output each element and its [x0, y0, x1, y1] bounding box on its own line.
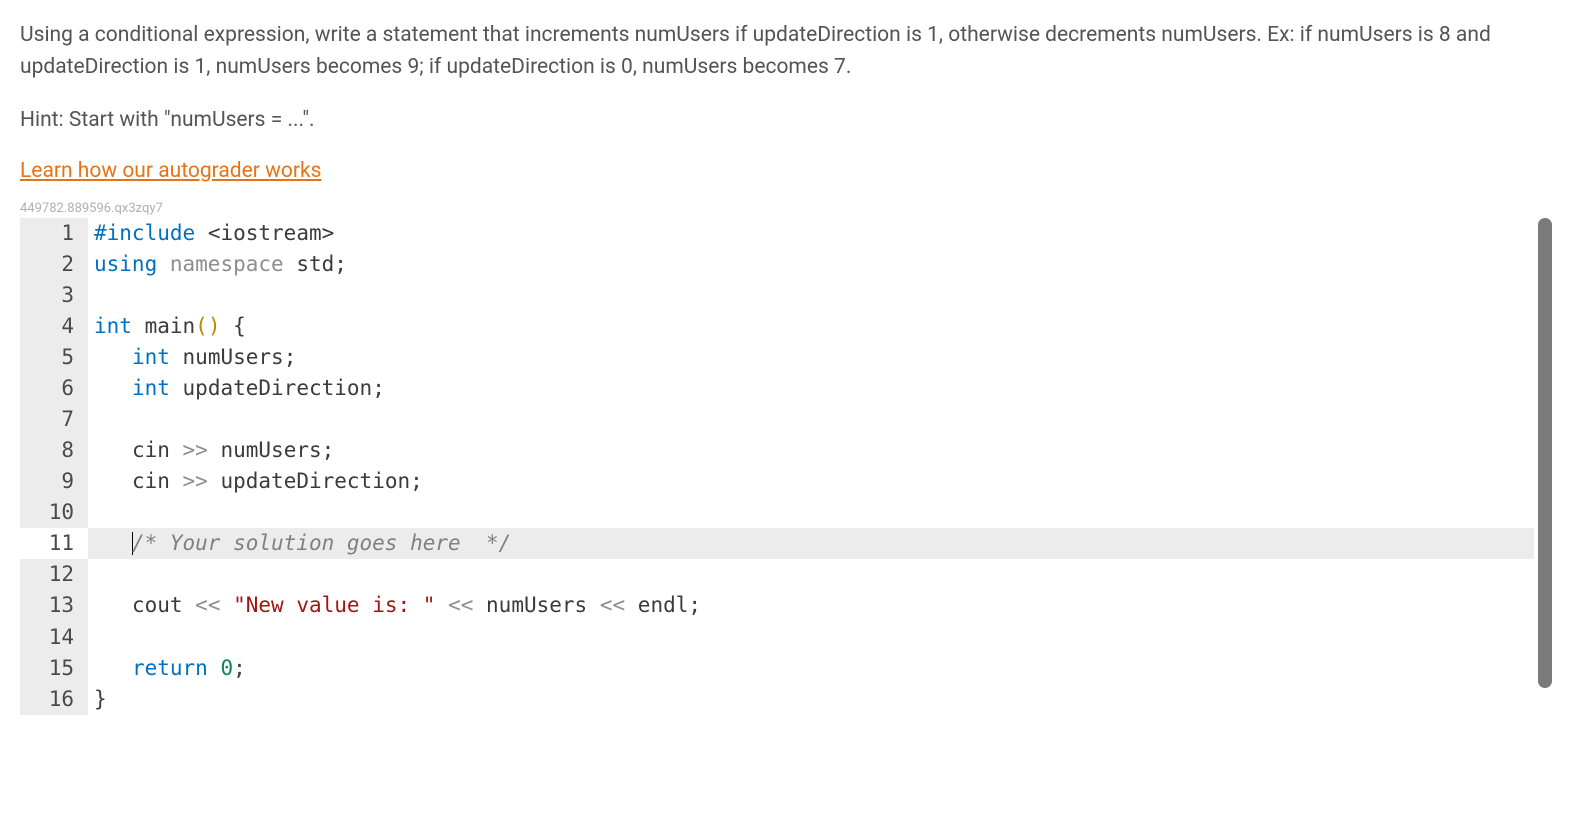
- code-content[interactable]: int updateDirection;: [88, 373, 1534, 404]
- line-number: 5: [20, 342, 88, 373]
- scrollbar-thumb[interactable]: [1538, 218, 1552, 688]
- scrollbar-track[interactable]: [1538, 218, 1552, 715]
- code-line[interactable]: 8 cin >> numUsers;: [20, 435, 1534, 466]
- code-line[interactable]: 5 int numUsers;: [20, 342, 1534, 373]
- code-content[interactable]: #include <iostream>: [88, 218, 1534, 249]
- code-content[interactable]: /* Your solution goes here */: [88, 528, 1534, 559]
- code-content[interactable]: [88, 497, 1534, 528]
- line-number: 15: [20, 653, 88, 684]
- line-number: 1: [20, 218, 88, 249]
- code-content[interactable]: cout << "New value is: " << numUsers << …: [88, 590, 1534, 621]
- line-number: 4: [20, 311, 88, 342]
- code-line[interactable]: 1#include <iostream>: [20, 218, 1534, 249]
- line-number: 13: [20, 590, 88, 621]
- code-editor[interactable]: 1#include <iostream>2using namespace std…: [20, 218, 1534, 715]
- code-line[interactable]: 11 /* Your solution goes here */: [20, 528, 1534, 559]
- code-content[interactable]: [88, 404, 1534, 435]
- code-content[interactable]: int numUsers;: [88, 342, 1534, 373]
- line-number: 11: [20, 528, 88, 559]
- code-line[interactable]: 13 cout << "New value is: " << numUsers …: [20, 590, 1534, 621]
- line-number: 9: [20, 466, 88, 497]
- code-line[interactable]: 7: [20, 404, 1534, 435]
- line-number: 14: [20, 622, 88, 653]
- problem-description: Using a conditional expression, write a …: [20, 20, 1552, 83]
- code-content[interactable]: }: [88, 684, 1534, 715]
- code-line[interactable]: 16}: [20, 684, 1534, 715]
- code-content[interactable]: [88, 622, 1534, 653]
- code-content[interactable]: [88, 280, 1534, 311]
- code-content[interactable]: cin >> numUsers;: [88, 435, 1534, 466]
- code-line[interactable]: 4int main() {: [20, 311, 1534, 342]
- line-number: 2: [20, 249, 88, 280]
- code-line[interactable]: 9 cin >> updateDirection;: [20, 466, 1534, 497]
- code-line[interactable]: 15 return 0;: [20, 653, 1534, 684]
- code-content[interactable]: using namespace std;: [88, 249, 1534, 280]
- code-line[interactable]: 14: [20, 622, 1534, 653]
- line-number: 10: [20, 497, 88, 528]
- code-content[interactable]: int main() {: [88, 311, 1534, 342]
- autograder-link[interactable]: Learn how our autograder works: [20, 159, 321, 183]
- code-line[interactable]: 2using namespace std;: [20, 249, 1534, 280]
- code-line[interactable]: 10: [20, 497, 1534, 528]
- code-line[interactable]: 6 int updateDirection;: [20, 373, 1534, 404]
- line-number: 6: [20, 373, 88, 404]
- code-content[interactable]: cin >> updateDirection;: [88, 466, 1534, 497]
- code-content[interactable]: [88, 559, 1534, 590]
- problem-hint: Hint: Start with "numUsers = ...".: [20, 105, 1552, 137]
- code-line[interactable]: 12: [20, 559, 1534, 590]
- code-content[interactable]: return 0;: [88, 653, 1534, 684]
- line-number: 12: [20, 559, 88, 590]
- line-number: 16: [20, 684, 88, 715]
- session-id: 449782.889596.qx3zqy7: [20, 201, 1552, 216]
- line-number: 8: [20, 435, 88, 466]
- line-number: 3: [20, 280, 88, 311]
- line-number: 7: [20, 404, 88, 435]
- code-line[interactable]: 3: [20, 280, 1534, 311]
